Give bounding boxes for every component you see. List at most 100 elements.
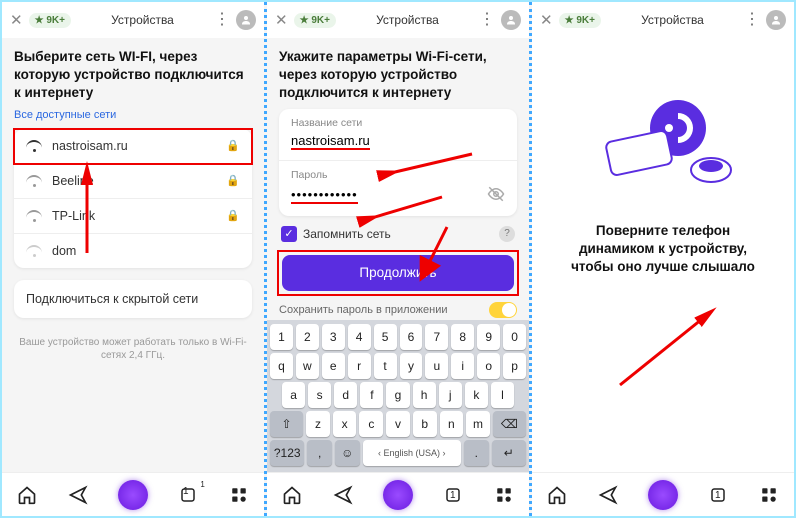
alice-button[interactable] xyxy=(118,480,148,510)
key-6[interactable]: 6 xyxy=(400,324,423,350)
continue-highlight: Продолжить xyxy=(279,252,517,294)
close-icon[interactable]: ✕ xyxy=(10,11,23,29)
close-icon[interactable]: ✕ xyxy=(540,11,553,29)
key-n[interactable]: n xyxy=(440,411,464,437)
rating-badge: ★ 9K+ xyxy=(294,13,336,28)
key-4[interactable]: 4 xyxy=(348,324,371,350)
password-input[interactable]: •••••••••••• xyxy=(279,183,517,216)
send-icon[interactable] xyxy=(332,484,354,506)
key-?123[interactable]: ?123 xyxy=(270,440,304,466)
help-icon[interactable]: ? xyxy=(499,226,515,242)
home-icon[interactable] xyxy=(16,484,38,506)
topbar: ✕ ★ 9K+ Устройства ⋮ xyxy=(267,2,529,38)
save-password-label: Сохранить пароль в приложении xyxy=(279,304,448,316)
remember-label: Запомнить сеть xyxy=(303,227,391,241)
key-d[interactable]: d xyxy=(334,382,357,408)
network-item[interactable]: nastroisam.ru 🔒 xyxy=(14,129,252,164)
alice-button[interactable] xyxy=(383,480,413,510)
key-[interactable]: ‹ English (USA) › xyxy=(363,440,461,466)
wifi-icon xyxy=(26,210,42,222)
key-9[interactable]: 9 xyxy=(477,324,500,350)
remember-network-row[interactable]: ✓ Запомнить сеть ? xyxy=(281,226,515,242)
tabs-icon[interactable]: 1 xyxy=(177,484,199,506)
key-v[interactable]: v xyxy=(386,411,410,437)
kebab-menu-icon[interactable]: ⋮ xyxy=(744,12,760,28)
key-q[interactable]: q xyxy=(270,353,293,379)
key-g[interactable]: g xyxy=(386,382,409,408)
key-r[interactable]: r xyxy=(348,353,371,379)
topbar: ✕ ★ 9K+ Устройства ⋮ xyxy=(2,2,264,38)
key-z[interactable]: z xyxy=(306,411,330,437)
key-☺[interactable]: ☺ xyxy=(335,440,360,466)
screen-wifi-select: ✕ ★ 9K+ Устройства ⋮ Выберите сеть WI-FI… xyxy=(2,2,267,516)
save-password-toggle[interactable] xyxy=(489,302,517,318)
key-e[interactable]: e xyxy=(322,353,345,379)
ssid-input[interactable]: nastroisam.ru xyxy=(279,131,517,160)
instruction-text: Поверните телефон динамиком к устройству… xyxy=(544,222,782,277)
key-j[interactable]: j xyxy=(439,382,462,408)
key-↵[interactable]: ↵ xyxy=(492,440,526,466)
key-t[interactable]: t xyxy=(374,353,397,379)
key-p[interactable]: p xyxy=(503,353,526,379)
menu-grid-icon[interactable] xyxy=(493,484,515,506)
key-5[interactable]: 5 xyxy=(374,324,397,350)
key-0[interactable]: 0 xyxy=(503,324,526,350)
home-icon[interactable] xyxy=(281,484,303,506)
key-i[interactable]: i xyxy=(451,353,474,379)
key-c[interactable]: c xyxy=(359,411,383,437)
rating-badge: ★ 9K+ xyxy=(559,13,601,28)
tabs-icon[interactable]: 1 xyxy=(442,484,464,506)
continue-button[interactable]: Продолжить xyxy=(282,255,514,291)
key-s[interactable]: s xyxy=(308,382,331,408)
key-⌫[interactable]: ⌫ xyxy=(493,411,526,437)
key-b[interactable]: b xyxy=(413,411,437,437)
lock-icon: 🔒 xyxy=(226,209,240,222)
heading: Выберите сеть WI-FI, через которую устро… xyxy=(14,48,252,103)
tabs-icon[interactable]: 1 xyxy=(707,484,729,506)
key-y[interactable]: y xyxy=(400,353,423,379)
all-networks-link[interactable]: Все доступные сети xyxy=(14,109,252,121)
kebab-menu-icon[interactable]: ⋮ xyxy=(479,12,495,28)
key-w[interactable]: w xyxy=(296,353,319,379)
key-,[interactable]: , xyxy=(307,440,332,466)
key-o[interactable]: o xyxy=(477,353,500,379)
key-f[interactable]: f xyxy=(360,382,383,408)
key-l[interactable]: l xyxy=(491,382,514,408)
close-icon[interactable]: ✕ xyxy=(275,11,288,29)
key-k[interactable]: k xyxy=(465,382,488,408)
key-1[interactable]: 1 xyxy=(270,324,293,350)
menu-grid-icon[interactable] xyxy=(758,484,780,506)
hidden-network-button[interactable]: Подключиться к скрытой сети xyxy=(14,280,252,318)
network-name: dom xyxy=(52,244,240,258)
send-icon[interactable] xyxy=(67,484,89,506)
key-h[interactable]: h xyxy=(413,382,436,408)
menu-grid-icon[interactable] xyxy=(228,484,250,506)
network-item[interactable]: TP-Link 🔒 xyxy=(14,199,252,234)
wifi-icon xyxy=(26,140,42,152)
network-item[interactable]: Beeline 🔒 xyxy=(14,164,252,199)
lock-icon: 🔒 xyxy=(226,139,240,152)
key-8[interactable]: 8 xyxy=(451,324,474,350)
key-.[interactable]: . xyxy=(464,440,489,466)
key-u[interactable]: u xyxy=(425,353,448,379)
avatar[interactable] xyxy=(766,10,786,30)
home-icon[interactable] xyxy=(546,484,568,506)
eye-off-icon[interactable] xyxy=(487,185,505,206)
key-⇧[interactable]: ⇧ xyxy=(270,411,303,437)
network-item[interactable]: dom xyxy=(14,234,252,268)
kebab-menu-icon[interactable]: ⋮ xyxy=(214,12,230,28)
avatar[interactable] xyxy=(236,10,256,30)
alice-button[interactable] xyxy=(648,480,678,510)
checkbox-checked-icon[interactable]: ✓ xyxy=(281,226,297,242)
screen-wifi-params: ✕ ★ 9K+ Устройства ⋮ Укажите параметры W… xyxy=(267,2,532,516)
screen-orient-phone: ✕ ★ 9K+ Устройства ⋮ Поверните телефон д… xyxy=(532,2,794,516)
key-x[interactable]: x xyxy=(333,411,357,437)
key-7[interactable]: 7 xyxy=(425,324,448,350)
key-a[interactable]: a xyxy=(282,382,305,408)
send-icon[interactable] xyxy=(597,484,619,506)
avatar[interactable] xyxy=(501,10,521,30)
key-3[interactable]: 3 xyxy=(322,324,345,350)
lock-icon: 🔒 xyxy=(226,174,240,187)
key-2[interactable]: 2 xyxy=(296,324,319,350)
key-m[interactable]: m xyxy=(466,411,490,437)
